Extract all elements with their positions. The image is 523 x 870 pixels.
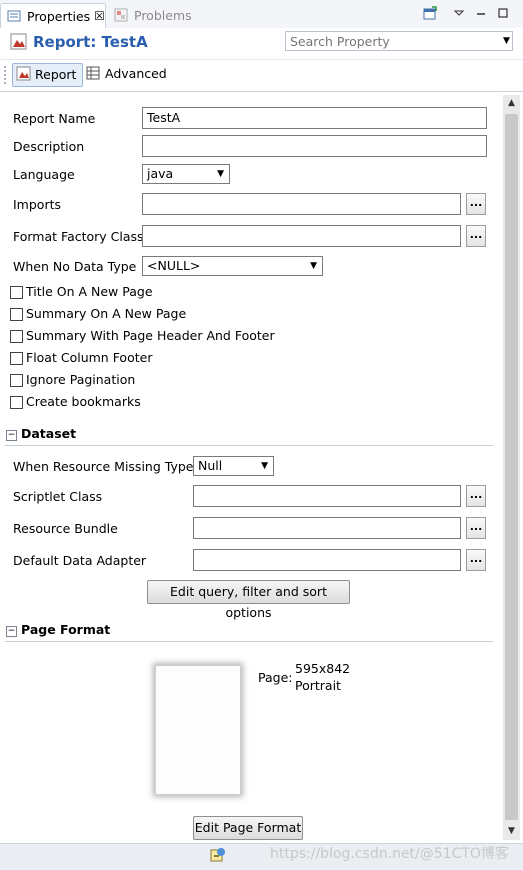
resource-bundle-field[interactable] — [193, 517, 461, 539]
create-bookmarks-label: Create bookmarks — [26, 394, 141, 409]
description-field[interactable] — [142, 135, 487, 157]
page-title: Report: TestA — [33, 33, 148, 51]
maximize-icon[interactable] — [496, 6, 510, 20]
chevron-down-icon[interactable]: ▼ — [503, 36, 510, 46]
title-on-new-page-checkbox[interactable] — [10, 286, 23, 299]
minimize-icon[interactable] — [474, 6, 488, 20]
search-property-input[interactable] — [285, 31, 513, 51]
scriptlet-class-label: Scriptlet Class — [13, 489, 103, 504]
table-icon[interactable] — [86, 66, 100, 80]
language-select[interactable]: java ▼ — [142, 164, 230, 184]
page-format-section-title: Page Format — [21, 622, 111, 637]
data-adapter-label: Default Data Adapter — [13, 553, 147, 568]
summary-with-header-footer-label: Summary With Page Header And Footer — [26, 328, 275, 343]
edit-page-format-button[interactable]: Edit Page Format — [193, 816, 303, 840]
advanced-tab-button[interactable]: Advanced — [105, 66, 167, 81]
view-menu-icon[interactable] — [452, 6, 466, 20]
tab-problems[interactable]: Problems — [108, 3, 192, 27]
summary-on-new-page-label: Summary On A New Page — [26, 306, 187, 321]
resource-bundle-label: Resource Bundle — [13, 521, 118, 536]
new-window-icon[interactable] — [423, 6, 437, 20]
page-size-value: 595x842 — [295, 661, 351, 676]
tab-problems-label: Problems — [134, 7, 192, 23]
float-column-footer-label: Float Column Footer — [26, 350, 153, 365]
scriptlet-class-field[interactable] — [193, 485, 461, 507]
scroll-down-icon[interactable]: ▼ — [503, 823, 520, 840]
properties-icon — [7, 10, 21, 22]
resource-missing-label: When Resource Missing Type — [13, 459, 194, 474]
description-label: Description — [13, 139, 85, 154]
report-tab-label: Report — [35, 67, 77, 82]
data-adapter-browse-button[interactable]: ... — [466, 549, 486, 571]
title-on-new-page-label: Title On A New Page — [26, 284, 153, 299]
section-divider — [5, 445, 493, 446]
imports-label: Imports — [13, 197, 61, 212]
page-label: Page: — [258, 670, 293, 685]
watermark-text: https://blog.csdn.net/@51CTO博客 — [270, 846, 509, 862]
problems-icon — [114, 8, 128, 22]
chevron-down-icon: ▼ — [310, 261, 317, 271]
language-label: Language — [13, 167, 75, 182]
create-bookmarks-checkbox[interactable] — [10, 396, 23, 409]
dataset-collapse-toggle[interactable]: − — [6, 430, 17, 441]
report-name-label: Report Name — [13, 111, 96, 126]
data-adapter-field[interactable] — [193, 549, 461, 571]
format-factory-browse-button[interactable]: ... — [466, 225, 486, 247]
format-factory-field[interactable] — [142, 225, 461, 247]
ignore-pagination-checkbox[interactable] — [10, 374, 23, 387]
ignore-pagination-label: Ignore Pagination — [26, 372, 136, 387]
tab-properties-label: Properties — [27, 8, 91, 24]
report-name-field[interactable]: TestA — [142, 107, 487, 129]
page-preview — [155, 665, 241, 795]
scrollbar-thumb[interactable] — [505, 114, 518, 820]
report-icon — [10, 33, 27, 50]
report-icon — [16, 66, 31, 81]
close-icon[interactable]: ☒ — [94, 9, 105, 23]
chevron-down-icon: ▼ — [217, 169, 224, 179]
imports-browse-button[interactable]: ... — [466, 193, 486, 215]
when-no-data-label: When No Data Type — [13, 259, 137, 274]
scroll-up-icon[interactable]: ▲ — [503, 95, 520, 112]
when-no-data-select[interactable]: <NULL> ▼ — [142, 256, 323, 276]
resource-missing-select[interactable]: Null ▼ — [193, 456, 274, 476]
page-orientation-value: Portrait — [295, 678, 341, 693]
summary-with-header-footer-checkbox[interactable] — [10, 330, 23, 343]
imports-field[interactable] — [142, 193, 461, 215]
dataset-section-title: Dataset — [21, 426, 77, 441]
language-value: java — [147, 166, 174, 181]
tab-properties[interactable]: Properties ☒ — [0, 3, 106, 28]
toolbar-grip-handle[interactable] — [4, 66, 8, 84]
page-format-collapse-toggle[interactable]: − — [6, 626, 17, 637]
resource-bundle-browse-button[interactable]: ... — [466, 517, 486, 539]
when-no-data-value: <NULL> — [147, 258, 201, 273]
section-divider — [5, 641, 493, 642]
scriptlet-browse-button[interactable]: ... — [466, 485, 486, 507]
edit-query-button[interactable]: Edit query, filter and sort options — [147, 580, 350, 620]
notification-icon[interactable] — [209, 846, 227, 864]
summary-on-new-page-checkbox[interactable] — [10, 308, 23, 321]
float-column-footer-checkbox[interactable] — [10, 352, 23, 365]
chevron-down-icon: ▼ — [261, 461, 268, 471]
resource-missing-value: Null — [198, 458, 223, 473]
format-factory-label: Format Factory Class — [13, 229, 144, 244]
